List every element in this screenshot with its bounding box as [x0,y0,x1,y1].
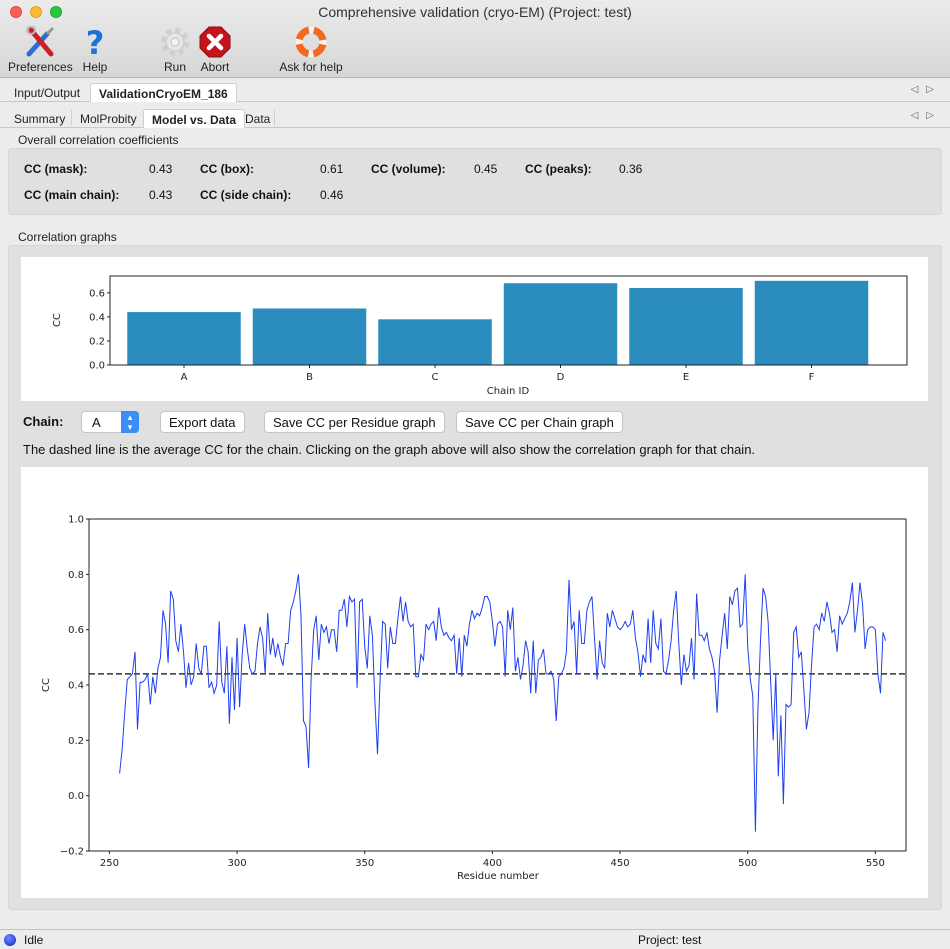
gear-icon [158,26,192,58]
wrench-screwdriver-icon [23,26,57,58]
line-y-tick-label: −0.2 [60,847,84,858]
line-x-tick-label: 250 [100,858,119,869]
preferences-label: Preferences [8,60,73,74]
bar-y-tick-label: 0.6 [89,288,105,299]
tab-input-output[interactable]: Input/Output [6,83,88,102]
cc-peaks-label: CC (peaks): [525,162,592,176]
chain-select[interactable]: A ▴ ▾ [81,411,139,433]
line-chart-svg[interactable]: 250 300 350 400 450 500 550 −0.2 0.0 0.2 0.4 0.6 0.8… [21,467,928,898]
overall-cc-heading: Overall correlation coefficients [18,133,179,147]
tab-scroll-arrows[interactable]: ◁▷ [911,84,942,95]
bar-x-tick-label: F [809,372,815,383]
cc-main-chain-label: CC (main chain): [24,188,120,202]
line-x-tick-label: 450 [611,858,630,869]
cc-volume-label: CC (volume): [371,162,446,176]
abort-button[interactable]: Abort [196,26,234,74]
bar-x-tick-label: E [683,372,689,383]
bar-y-axis-label: CC [52,313,63,327]
svg-text:?: ? [86,26,105,58]
overall-cc-panel: CC (mask): 0.43 CC (box): 0.61 CC (volum… [8,148,942,215]
export-data-button[interactable]: Export data [160,411,245,433]
tab-model-vs-data[interactable]: Model vs. Data [143,109,246,128]
cc-box-value: 0.61 [320,162,344,176]
ask-for-help-label: Ask for help [279,60,343,74]
line-x-tick-label: 400 [483,858,502,869]
tab-separator [274,110,275,126]
question-icon: ? [78,26,112,58]
cc-mask-label: CC (mask): [24,162,88,176]
tab-data[interactable]: Data [237,109,278,128]
bar-x-tick-label: D [557,372,565,383]
abort-label: Abort [200,60,230,74]
ask-for-help-button[interactable]: Ask for help [276,26,346,74]
status-text: Idle [24,933,44,947]
window-title: Comprehensive validation (cryo-EM) (Proj… [318,4,632,20]
tab-molprobity[interactable]: MolProbity [72,109,145,128]
cc-main-chain-value: 0.43 [149,188,173,202]
save-cc-per-chain-button[interactable]: Save CC per Chain graph [456,411,623,433]
cc-per-residue-chart[interactable]: 250 300 350 400 450 500 550 −0.2 0.0 0.2 0.4 0.6 0.8… [21,467,928,898]
sub-tab-bar: Summary MolProbity Model vs. Data Data ◁… [0,106,950,128]
bar-chain-C[interactable] [378,319,492,365]
cc-volume-value: 0.45 [474,162,498,176]
chevron-up-down-icon: ▴ ▾ [121,411,139,433]
lifebuoy-icon [294,26,328,58]
subtab-scroll-arrows[interactable]: ◁▷ [911,110,942,121]
line-y-tick-label: 0.6 [68,625,84,636]
run-button[interactable]: Run [156,26,194,74]
bar-y-tick-label: 0.0 [89,361,105,372]
bar-x-tick-label: A [181,372,188,383]
cc-box-label: CC (box): [200,162,254,176]
status-indicator-icon [4,934,16,946]
cc-mask-value: 0.43 [149,162,173,176]
line-x-tick-label: 300 [228,858,247,869]
bar-chain-A[interactable] [127,312,241,365]
bar-chain-D[interactable] [503,283,618,365]
correlation-graphs-heading: Correlation graphs [18,230,117,244]
tab-summary[interactable]: Summary [6,109,73,128]
line-y-tick-label: 0.0 [68,791,84,802]
line-x-axis-label: Residue number [457,871,540,882]
main-tab-bar: Input/Output ValidationCryoEM_186 ◁▷ [0,80,950,102]
line-y-tick-label: 0.2 [68,736,84,747]
bar-x-tick-label: B [306,372,313,383]
line-x-tick-label: 500 [738,858,757,869]
help-label: Help [82,60,108,74]
line-y-axis-label: CC [41,678,52,692]
chain-select-value: A [92,415,101,430]
save-cc-per-residue-button[interactable]: Save CC per Residue graph [264,411,445,433]
cc-peaks-value: 0.36 [619,162,643,176]
line-y-tick-label: 0.8 [68,570,84,581]
run-label: Run [163,60,186,74]
bar-y-tick-label: 0.2 [89,336,105,347]
tab-validation-cryoem[interactable]: ValidationCryoEM_186 [90,83,237,102]
bar-y-tick-label: 0.4 [89,312,105,323]
chain-label: Chain: [23,414,64,429]
line-y-tick-label: 0.4 [68,681,84,692]
bar-chain-B[interactable] [252,308,367,365]
status-project: Project: test [638,933,702,947]
cc-series-line [119,574,887,832]
line-y-tick-label: 1.0 [68,515,84,526]
line-x-tick-label: 350 [355,858,374,869]
help-button[interactable]: ? Help [76,26,114,74]
status-bar: Idle Project: test [0,929,950,949]
bar-x-axis-label: Chain ID [487,386,530,397]
line-x-tick-label: 550 [866,858,885,869]
cc-per-chain-chart[interactable]: A B C D E F 0.0 0.2 0.4 0.6 CC Chain ID [21,257,928,401]
bar-x-tick-label: C [432,372,439,383]
bar-chain-E[interactable] [629,288,743,365]
stop-x-icon [198,26,232,58]
preferences-button[interactable]: Preferences [8,26,73,74]
cc-side-chain-label: CC (side chain): [200,188,292,202]
cc-side-chain-value: 0.46 [320,188,344,202]
graph-hint-text: The dashed line is the average CC for th… [23,442,756,457]
window-titlebar: Comprehensive validation (cryo-EM) (Proj… [0,0,950,78]
bar-chain-F[interactable] [754,280,869,365]
bar-chart-svg[interactable]: A B C D E F 0.0 0.2 0.4 0.6 CC Chain ID [21,257,928,401]
